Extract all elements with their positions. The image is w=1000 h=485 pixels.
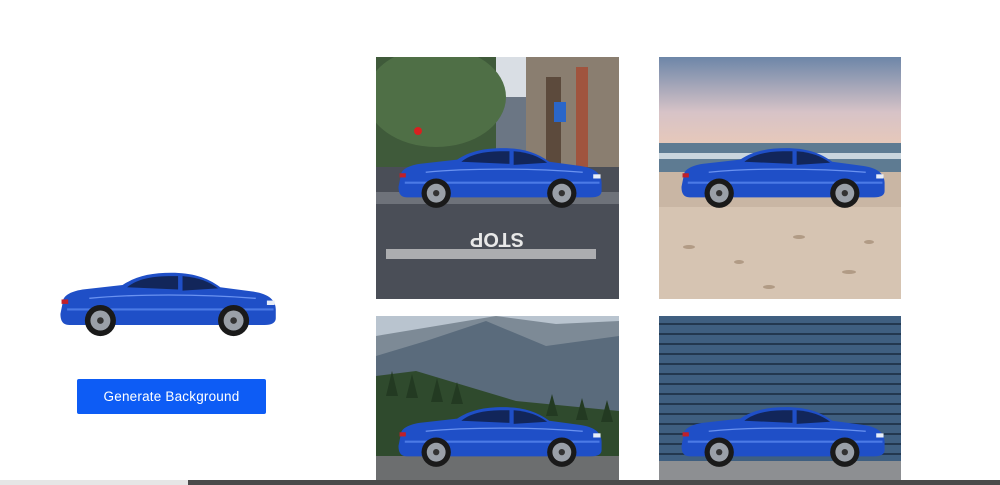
result-image-beach[interactable]	[659, 57, 901, 299]
result-image-city-street[interactable]: STOP	[376, 57, 619, 299]
result-image-metal-shutter[interactable]	[659, 316, 901, 485]
generate-background-button[interactable]: Generate Background	[77, 379, 266, 414]
result-image-mountains[interactable]	[376, 316, 619, 485]
car-icon	[59, 271, 277, 338]
scrollbar-thumb[interactable]	[188, 480, 1000, 485]
svg-text:STOP: STOP	[470, 228, 524, 250]
source-car-image	[56, 268, 278, 342]
horizontal-scrollbar[interactable]	[0, 480, 1000, 485]
